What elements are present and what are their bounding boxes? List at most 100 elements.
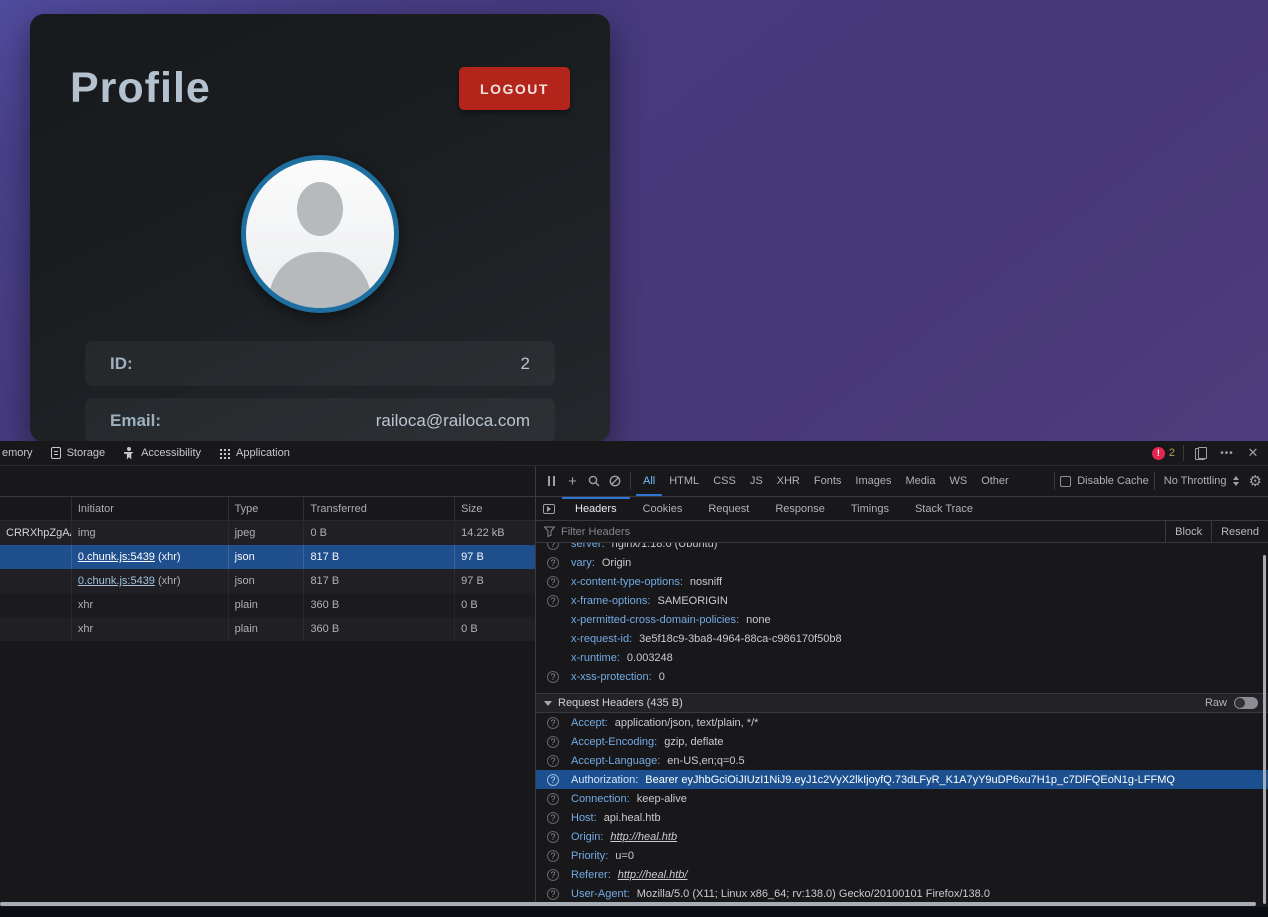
header-name: x-frame-options (571, 595, 650, 607)
request-row[interactable]: CRRXhpZgAASimgjpeg0 B14.22 kB (0, 521, 535, 545)
network-settings-button[interactable]: ⚙ (1249, 472, 1262, 490)
header-value-link[interactable]: http://heal.htb/ (618, 869, 688, 881)
pause-requests-button[interactable] (541, 466, 562, 496)
header-value-link[interactable]: http://heal.htb (610, 831, 677, 843)
block-requests-button[interactable] (604, 466, 625, 496)
devtools-tab-emory[interactable]: emory (2, 441, 42, 465)
filter-css[interactable]: CSS (706, 466, 743, 496)
help-icon[interactable]: ? (547, 888, 559, 900)
logout-button[interactable]: LOGOUT (459, 67, 570, 110)
help-icon[interactable]: ? (547, 793, 559, 805)
filter-other[interactable]: Other (974, 466, 1016, 496)
header-row[interactable]: ?Acceptapplication/json, text/plain, */* (536, 713, 1268, 732)
close-devtools-button[interactable]: ✕ (1244, 444, 1262, 462)
detail-tab-cookies[interactable]: Cookies (630, 497, 696, 520)
initiator-link[interactable]: 0.chunk.js:5439 (78, 575, 155, 587)
devtools-tab-application[interactable]: Application (210, 441, 299, 465)
initiator-link[interactable]: 0.chunk.js:5439 (78, 551, 155, 563)
help-icon[interactable]: ? (547, 831, 559, 843)
filter-xhr[interactable]: XHR (770, 466, 807, 496)
detail-tab-request[interactable]: Request (695, 497, 762, 520)
devtools-tab-storage[interactable]: Storage (42, 441, 115, 465)
help-icon[interactable]: ? (547, 755, 559, 767)
header-row[interactable]: ?x-frame-optionsSAMEORIGIN (536, 591, 1268, 610)
filter-ws[interactable]: WS (942, 466, 974, 496)
request-list-column-headers: InitiatorTypeTransferredSize (0, 497, 535, 521)
request-row[interactable]: 0.chunk.js:5439(xhr)json817 B97 B (0, 545, 535, 569)
header-row[interactable]: ?varyOrigin (536, 553, 1268, 572)
devtools-tab-label: Application (236, 447, 290, 459)
header-row[interactable]: ?x-content-type-optionsnosniff (536, 572, 1268, 591)
vertical-scrollbar[interactable] (1263, 555, 1266, 904)
search-icon (588, 475, 600, 487)
detail-tab-headers[interactable]: Headers (562, 497, 630, 520)
search-button[interactable] (583, 466, 604, 496)
filter-html[interactable]: HTML (662, 466, 706, 496)
help-icon[interactable]: ? (547, 595, 559, 607)
header-name: Origin (571, 831, 603, 843)
header-row[interactable]: ?servernginx/1.18.0 (Ubuntu) (536, 543, 1268, 553)
filter-headers-input[interactable]: Filter Headers (561, 526, 630, 538)
help-icon[interactable]: ? (547, 576, 559, 588)
header-row[interactable]: ?Refererhttp://heal.htb/ (536, 865, 1268, 884)
block-button[interactable]: Block (1165, 521, 1211, 542)
header-row[interactable]: ?Priorityu=0 (536, 846, 1268, 865)
responsive-design-mode-button[interactable] (1192, 444, 1210, 462)
profile-field-row: Email:railoca@railoca.com (85, 398, 555, 442)
header-row[interactable]: ? Origin http://heal.htb (536, 827, 1268, 846)
header-row[interactable]: ?Connectionkeep-alive (536, 789, 1268, 808)
raw-toggle[interactable] (1234, 697, 1258, 709)
filter-all[interactable]: All (636, 466, 662, 496)
horizontal-scrollbar[interactable] (0, 902, 1256, 906)
header-value: api.heal.htb (604, 812, 661, 824)
headers-panel[interactable]: ?servernginx/1.18.0 (Ubuntu)?varyOrigin?… (536, 543, 1268, 906)
help-icon[interactable]: ? (547, 736, 559, 748)
header-row[interactable]: ?User-AgentMozilla/5.0 (X11; Linux x86_6… (536, 884, 1268, 903)
request-row[interactable]: 0.chunk.js:5439(xhr)json817 B97 B (0, 569, 535, 593)
devtools-menu-button[interactable]: ••• (1218, 444, 1236, 462)
error-count-badge[interactable]: ! 2 (1152, 447, 1175, 460)
help-icon[interactable]: ? (547, 557, 559, 569)
new-request-button[interactable]: + (562, 466, 583, 496)
column-header-type[interactable]: Type (229, 497, 305, 520)
request-row[interactable]: xhrplain360 B0 B (0, 593, 535, 617)
request-row[interactable]: xhrplain360 B0 B (0, 617, 535, 641)
help-icon[interactable]: ? (547, 671, 559, 683)
column-header-initiator[interactable]: Initiator (72, 497, 229, 520)
filter-images[interactable]: Images (848, 466, 898, 496)
devtools-tab-label: emory (2, 447, 33, 459)
help-icon[interactable]: ? (547, 543, 559, 550)
split-panel-toggle-button[interactable] (536, 497, 562, 520)
help-icon[interactable]: ? (547, 850, 559, 862)
filter-media[interactable]: Media (898, 466, 942, 496)
header-row[interactable]: ?x-request-id3e5f18c9-3ba8-4964-88ca-c98… (536, 629, 1268, 648)
profile-card: Profile LOGOUT ID:2Email:railoca@railoca… (30, 14, 610, 442)
header-row[interactable]: ?AuthorizationBearer eyJhbGciOiJIUzI1NiJ… (536, 770, 1268, 789)
detail-tab-timings[interactable]: Timings (838, 497, 902, 520)
devtools-tab-label: Accessibility (141, 447, 201, 459)
request-headers-section[interactable]: Request Headers (435 B) Raw (536, 693, 1268, 713)
column-header-size[interactable]: Size (455, 497, 535, 520)
filter-js[interactable]: JS (743, 466, 770, 496)
devtools-tab-accessibility[interactable]: Accessibility (114, 441, 210, 465)
detail-tab-stack-trace[interactable]: Stack Trace (902, 497, 986, 520)
header-row[interactable]: ?x-permitted-cross-domain-policiesnone (536, 610, 1268, 629)
column-header-transferred[interactable]: Transferred (304, 497, 455, 520)
resend-button[interactable]: Resend (1211, 521, 1268, 542)
throttling-dropdown[interactable]: No Throttling (1160, 475, 1243, 487)
help-icon[interactable]: ? (547, 717, 559, 729)
header-row[interactable]: ?Accept-Encodinggzip, deflate (536, 732, 1268, 751)
header-row[interactable]: ?Accept-Languageen-US,en;q=0.5 (536, 751, 1268, 770)
help-icon[interactable]: ? (547, 812, 559, 824)
header-row[interactable]: ?x-runtime0.003248 (536, 648, 1268, 667)
disable-cache-checkbox[interactable]: Disable Cache (1060, 475, 1149, 487)
cell-initiator: xhr (72, 617, 229, 641)
help-icon[interactable]: ? (547, 774, 559, 786)
detail-tab-response[interactable]: Response (762, 497, 838, 520)
header-value: keep-alive (637, 793, 687, 805)
help-icon[interactable]: ? (547, 869, 559, 881)
header-row[interactable]: ?x-xss-protection0 (536, 667, 1268, 686)
filter-fonts[interactable]: Fonts (807, 466, 849, 496)
column-header-file[interactable] (0, 497, 72, 520)
header-row[interactable]: ?Hostapi.heal.htb (536, 808, 1268, 827)
